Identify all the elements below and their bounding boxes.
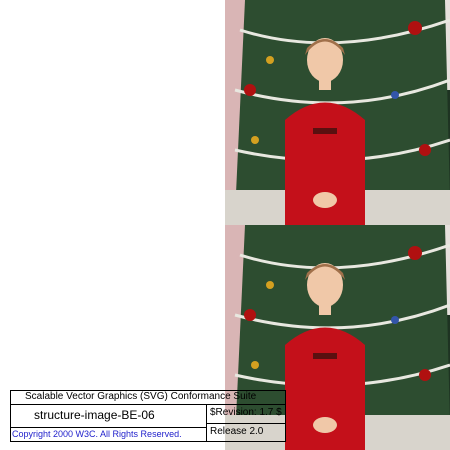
christmas-photo-image (225, 0, 450, 225)
photo-top (225, 0, 450, 225)
release-label: Release 2.0 (210, 426, 264, 437)
test-legend: Scalable Vector Graphics (SVG) Conforman… (10, 390, 286, 442)
revision-label: $Revision: 1.7 $ (210, 407, 282, 418)
suite-title: Scalable Vector Graphics (SVG) Conforman… (25, 391, 257, 402)
copyright-link[interactable]: Copyright 2000 W3C. All Rights Reserved. (12, 429, 182, 439)
test-name: structure-image-BE-06 (34, 408, 155, 422)
